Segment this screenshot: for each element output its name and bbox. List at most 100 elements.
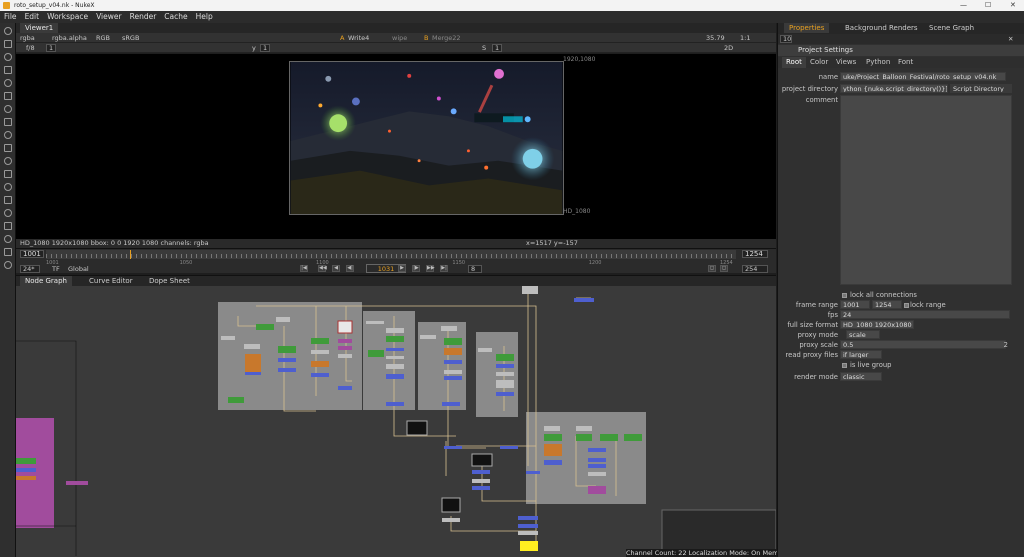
colorspace-dropdown[interactable]: RGB (96, 33, 110, 43)
tab-dope-sheet[interactable]: Dope Sheet (144, 276, 195, 286)
last-frame-button[interactable]: ▶| (440, 265, 448, 272)
metadata-tool-icon[interactable] (4, 170, 12, 178)
menu-cache[interactable]: Cache (160, 12, 191, 21)
read-proxy-dropdown[interactable]: if larger (840, 350, 882, 359)
filter-tool-icon[interactable] (4, 92, 12, 100)
views-tool-icon[interactable] (4, 157, 12, 165)
alpha-dropdown[interactable]: rgba.alpha (52, 33, 87, 43)
proxy-mode-dropdown[interactable]: scale (846, 330, 880, 339)
lock-range-checkbox[interactable] (904, 303, 909, 308)
tab-properties[interactable]: Properties (784, 23, 830, 33)
name-field[interactable]: uke/Project_Balloon_Festival/roto_setup_… (840, 72, 1006, 81)
3d-tool-icon[interactable] (4, 144, 12, 152)
prev-frame-button[interactable]: ◀| (346, 265, 354, 272)
other-tool-icon[interactable] (4, 222, 12, 230)
max-panels-field[interactable]: 10 (780, 35, 792, 43)
toolsets-tool-icon[interactable] (4, 209, 12, 217)
zoom-value[interactable]: 35.79 (706, 33, 725, 43)
menu-file[interactable]: File (0, 12, 21, 21)
close-icon[interactable]: ✕ (1010, 0, 1016, 11)
window-titlebar: roto_setup_v04.nk - NukeX — ☐ ✕ (0, 0, 1024, 11)
ratio-dropdown[interactable]: 1:1 (740, 33, 750, 43)
menu-workspace[interactable]: Workspace (43, 12, 92, 21)
format-dropdown[interactable]: HD_1080 1920x1080 (840, 320, 914, 329)
script-tool-icon[interactable] (4, 261, 12, 269)
gamma-field[interactable]: 1 (260, 43, 271, 53)
first-frame-button[interactable]: |◀ (300, 265, 308, 272)
next-frame-button[interactable]: |▶ (412, 265, 420, 272)
tab-scene-graph[interactable]: Scene Graph (924, 23, 979, 33)
time-tool-icon[interactable] (4, 53, 12, 61)
menu-viewer[interactable]: Viewer (92, 12, 126, 21)
deep-tool-icon[interactable] (4, 196, 12, 204)
timeline-last-frame[interactable]: 1254 (742, 250, 768, 258)
subtab-color[interactable]: Color (806, 57, 832, 68)
viewer-image[interactable] (289, 61, 564, 215)
range-end-field[interactable]: 254 (742, 265, 768, 273)
menu-help[interactable]: Help (192, 12, 217, 21)
color-tool-icon[interactable] (4, 79, 12, 87)
channels-dropdown[interactable]: rgba (20, 33, 35, 43)
frame-start-field[interactable]: 1001 (840, 300, 870, 309)
subtab-python[interactable]: Python (862, 57, 894, 68)
subtab-views[interactable]: Views (832, 57, 860, 68)
backdrop-node-purple[interactable] (16, 418, 54, 528)
backdrop-node[interactable] (363, 311, 415, 410)
s-field[interactable]: 1 (492, 43, 503, 53)
input-a-dropdown[interactable]: Write4 (348, 33, 369, 43)
merge-tool-icon[interactable] (4, 118, 12, 126)
transform-tool-icon[interactable] (4, 131, 12, 139)
tab-background-renders[interactable]: Background Renders (840, 23, 923, 33)
frame-step-field[interactable]: 8 (468, 265, 482, 273)
minimize-icon[interactable]: — (960, 0, 967, 11)
input-b-label: B (424, 34, 429, 42)
menu-render[interactable]: Render (126, 12, 161, 21)
loop-mode-button[interactable]: ◻ (708, 265, 716, 272)
gizmo-tool-icon[interactable] (4, 248, 12, 256)
live-group-checkbox[interactable] (842, 363, 847, 368)
comment-textarea[interactable] (840, 95, 1012, 285)
script-directory-button[interactable]: Script Directory (950, 84, 1012, 93)
range-mode-button[interactable]: ◻ (720, 265, 728, 272)
prev-keyframe-button[interactable]: ◀◀ (318, 265, 327, 272)
keyer-tool-icon[interactable] (4, 105, 12, 113)
tab-viewer1[interactable]: Viewer1 (20, 23, 59, 33)
close-panels-icon[interactable]: ✕ (1008, 34, 1013, 44)
frame-end-field[interactable]: 1254 (872, 300, 902, 309)
proxy-scale-label: proxy scale (799, 341, 838, 349)
tab-curve-editor[interactable]: Curve Editor (84, 276, 138, 286)
input-a-label: A (340, 34, 345, 42)
subtab-root[interactable]: Root (782, 57, 806, 68)
image-tool-icon[interactable] (4, 27, 12, 35)
tf-dropdown[interactable]: TF (52, 264, 60, 274)
input-b-dropdown[interactable]: Merge22 (432, 33, 461, 43)
fps-dropdown[interactable]: 24* (20, 265, 40, 273)
fps-slider[interactable]: 24 (840, 310, 1010, 319)
play-forward-button[interactable]: ▶ (398, 265, 406, 272)
fstop-dropdown[interactable]: f/8 (26, 43, 35, 53)
lut-dropdown[interactable]: sRGB (122, 33, 139, 43)
draw-tool-icon[interactable] (4, 40, 12, 48)
tools-toolbar (0, 23, 16, 557)
backdrop-node[interactable] (526, 412, 646, 504)
tab-node-graph[interactable]: Node Graph (20, 276, 72, 286)
plugins-tool-icon[interactable] (4, 235, 12, 243)
render-mode-dropdown[interactable]: classic (840, 372, 882, 381)
timeline-playhead[interactable] (130, 250, 132, 259)
subtab-font[interactable]: Font (894, 57, 917, 68)
lock-connections-checkbox[interactable] (842, 293, 847, 298)
timeline-scrubber[interactable]: 1001 1050 1100 1150 1200 1254 (46, 250, 736, 266)
maximize-icon[interactable]: ☐ (985, 0, 991, 11)
wipe-dropdown[interactable]: wipe (392, 33, 407, 43)
next-keyframe-button[interactable]: ▶▶ (426, 265, 435, 272)
node-graph-canvas[interactable] (16, 286, 776, 557)
play-backward-button[interactable]: ◀ (332, 265, 340, 272)
menu-edit[interactable]: Edit (21, 12, 44, 21)
particles-tool-icon[interactable] (4, 183, 12, 191)
project-directory-field[interactable]: ython {nuke.script_directory()}] (840, 84, 948, 93)
timeline-first-frame[interactable]: 1001 (20, 250, 44, 258)
scope-dropdown[interactable]: Global (68, 264, 89, 274)
channel-tool-icon[interactable] (4, 66, 12, 74)
gain-field[interactable]: 1 (46, 43, 57, 53)
viewer-mode-dropdown[interactable]: 2D (724, 43, 733, 53)
